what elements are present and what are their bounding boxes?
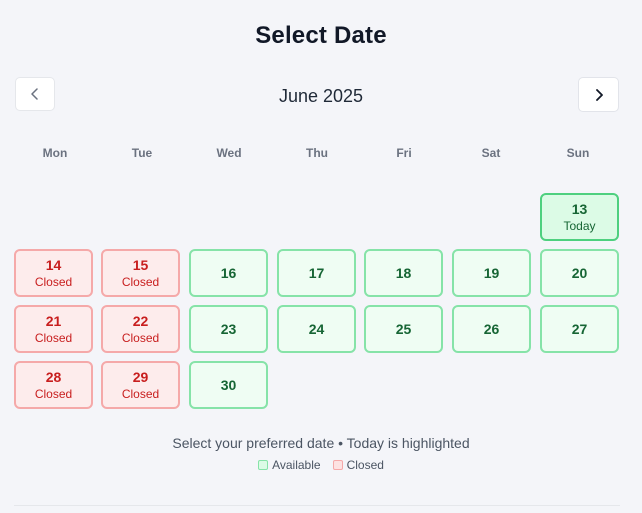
day-number: 21 [45, 312, 62, 329]
calendar-day[interactable]: 29 Closed [101, 361, 180, 409]
day-status-label: Today [563, 218, 596, 233]
closed-swatch [332, 460, 343, 470]
day-status-label: Closed [34, 274, 73, 289]
day-number: 23 [220, 321, 237, 337]
calendar-day[interactable]: 30 [189, 361, 268, 409]
calendar-day[interactable]: 20 [540, 249, 619, 297]
chevron-right-icon [594, 88, 604, 101]
legend-item-available: Available [258, 458, 321, 472]
month-label: June 2025 [278, 86, 364, 106]
day-number: 22 [132, 312, 149, 329]
day-number: 29 [132, 368, 149, 385]
day-status-label: Closed [121, 330, 160, 345]
weekday-label: Fri [396, 146, 412, 160]
calendar-day[interactable]: 21 Closed [14, 305, 93, 353]
calendar-day[interactable]: 26 [452, 305, 531, 353]
weekday-label: Sun [566, 146, 590, 160]
day-status-label: Closed [121, 386, 160, 401]
day-number: 14 [45, 256, 62, 273]
day-status-label: Closed [121, 274, 160, 289]
calendar-day[interactable]: 18 [364, 249, 443, 297]
calendar-day[interactable]: 19 [452, 249, 531, 297]
divider [14, 505, 620, 506]
calendar-day[interactable]: 16 [189, 249, 268, 297]
legend: Available Closed [0, 458, 642, 472]
day-number: 18 [395, 265, 412, 281]
day-number: 27 [571, 321, 588, 337]
helper-text: Select your preferred date • Today is hi… [172, 435, 470, 451]
day-number: 20 [571, 265, 588, 281]
calendar-day[interactable]: 24 [277, 305, 356, 353]
legend-label: Available [272, 458, 321, 472]
weekday-label: Sat [481, 146, 501, 160]
calendar-day[interactable]: 22 Closed [101, 305, 180, 353]
weekday-label: Wed [216, 146, 242, 160]
calendar-day[interactable]: 15 Closed [101, 249, 180, 297]
available-swatch [258, 460, 269, 470]
day-number: 26 [483, 321, 500, 337]
day-number: 30 [220, 377, 237, 393]
weekday-label: Tue [131, 146, 153, 160]
calendar-day[interactable]: 25 [364, 305, 443, 353]
day-number: 24 [308, 321, 325, 337]
calendar-day[interactable]: 28 Closed [14, 361, 93, 409]
weekday-header: Mon Tue Wed Thu Fri Sat Sun [14, 146, 620, 162]
weekday-label: Mon [42, 146, 68, 160]
day-number: 16 [220, 265, 237, 281]
day-number: 19 [483, 265, 500, 281]
day-number: 28 [45, 368, 62, 385]
calendar-day[interactable]: 17 [277, 249, 356, 297]
page-title: Select Date [255, 22, 387, 49]
day-number: 13 [571, 200, 588, 217]
calendar-day[interactable]: 14 Closed [14, 249, 93, 297]
calendar-day[interactable]: 27 [540, 305, 619, 353]
calendar-day-today[interactable]: 13 Today [540, 193, 619, 241]
weekday-label: Thu [306, 146, 328, 160]
day-status-label: Closed [34, 330, 73, 345]
calendar-day[interactable]: 23 [189, 305, 268, 353]
day-number: 17 [308, 265, 325, 281]
day-number: 15 [132, 256, 149, 273]
day-number: 25 [395, 321, 412, 337]
day-status-label: Closed [34, 386, 73, 401]
legend-item-closed: Closed [332, 458, 384, 472]
legend-label: Closed [346, 458, 384, 472]
next-month-button[interactable] [578, 77, 619, 112]
